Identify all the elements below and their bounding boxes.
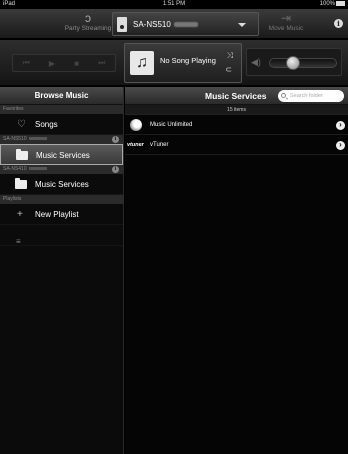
now-playing-panel[interactable]: ♫ No Song Playing ⤨ ⊂ [124, 43, 242, 83]
transport-controls: ⏮ ▶ ■ ⏭ [12, 54, 116, 72]
info-icon[interactable]: i [112, 166, 119, 173]
main-panel: Music Services Search folder 15 items Mu… [125, 87, 348, 454]
sidebar-item-label: Songs [35, 120, 58, 129]
volume-icon[interactable]: ◀) [251, 57, 261, 68]
chevron-right-icon[interactable]: › [336, 121, 345, 130]
info-icon[interactable]: i [112, 136, 119, 143]
previous-icon[interactable]: ⏮ [23, 58, 30, 68]
list-item-label: Music Unlimited [150, 122, 193, 128]
speaker-icon [117, 17, 127, 32]
next-icon[interactable]: ⏭ [98, 58, 105, 68]
sidebar-item-label: Music Services [35, 180, 89, 189]
info-icon[interactable]: i [334, 19, 343, 28]
move-music-button[interactable]: ⇥ Move Music [260, 11, 312, 32]
party-streaming-label: Party Streaming [64, 25, 112, 32]
section-device-2: SA-NS410 i [0, 165, 123, 174]
folder-icon [16, 149, 28, 160]
move-music-label: Move Music [268, 25, 304, 32]
sidebar-item-label: Music Services [36, 151, 90, 160]
party-streaming-button[interactable]: ↄ Party Streaming [58, 11, 118, 32]
sidebar-item-label: New Playlist [35, 210, 79, 219]
folder-icon [15, 178, 27, 189]
music-note-icon: ♫ [130, 51, 154, 75]
device-selector[interactable]: SA-NS510 [112, 12, 259, 36]
volume-control: ◀) [246, 48, 342, 76]
list-item[interactable]: vtuner vTuner › [125, 135, 348, 155]
sidebar-item-music-services-1[interactable]: Music Services [0, 144, 123, 165]
move-music-icon: ⇥ [280, 11, 292, 25]
sidebar-item-songs[interactable]: ♡ Songs [0, 114, 123, 135]
section-device-1: SA-NS510 i [0, 135, 123, 144]
sidebar-item-music-services-2[interactable]: Music Services [0, 174, 123, 195]
page-title: Music Services [205, 91, 267, 101]
list-item-label: vTuner [150, 142, 169, 148]
sidebar-item-new-playlist[interactable]: + New Playlist [0, 204, 123, 225]
status-time: 1:51 PM [162, 1, 186, 7]
vtuner-logo: vtuner [127, 142, 144, 148]
search-placeholder: Search folder [290, 93, 323, 99]
chevron-right-icon[interactable]: › [336, 141, 345, 150]
section-favorites: Favorites [0, 105, 123, 114]
sidebar: Browse Music Favorites ♡ Songs SA-NS510 … [0, 87, 124, 454]
status-bar: iPad 1:51 PM 100% [0, 0, 348, 9]
sidebar-title: Browse Music [0, 87, 123, 105]
status-battery: 100% [320, 1, 345, 7]
search-input[interactable]: Search folder [278, 90, 344, 102]
battery-percent: 100% [319, 1, 335, 8]
plus-icon: + [17, 209, 23, 220]
player-bar: ⏮ ▶ ■ ⏭ ♫ No Song Playing ⤨ ⊂ ◀) [0, 40, 348, 86]
section-playlists: Playlists [0, 195, 123, 204]
search-icon [281, 93, 286, 98]
main-header: Music Services Search folder [125, 87, 348, 105]
repeat-icon[interactable]: ⊂ [225, 65, 232, 74]
volume-slider[interactable] [269, 56, 337, 70]
music-unlimited-logo [130, 119, 142, 131]
stop-icon[interactable]: ■ [74, 59, 79, 68]
playlist-icon: ≡ [16, 237, 21, 246]
item-count: 15 items [125, 105, 348, 115]
sidebar-item-playlist[interactable]: ≡ [0, 225, 123, 246]
play-icon[interactable]: ▶ [49, 59, 55, 68]
device-name: SA-NS510 [133, 20, 198, 29]
list-item[interactable]: Music Unlimited › [125, 115, 348, 135]
heart-icon: ♡ [17, 119, 26, 130]
volume-knob[interactable] [285, 56, 300, 70]
chevron-down-icon [238, 23, 246, 27]
battery-icon [336, 1, 345, 6]
party-streaming-icon: ↄ [85, 11, 91, 25]
now-playing-title: No Song Playing [160, 56, 216, 65]
top-bar: ↄ Party Streaming SA-NS510 ⇥ Move Music … [0, 9, 348, 39]
shuffle-icon[interactable]: ⤨ [227, 51, 233, 61]
